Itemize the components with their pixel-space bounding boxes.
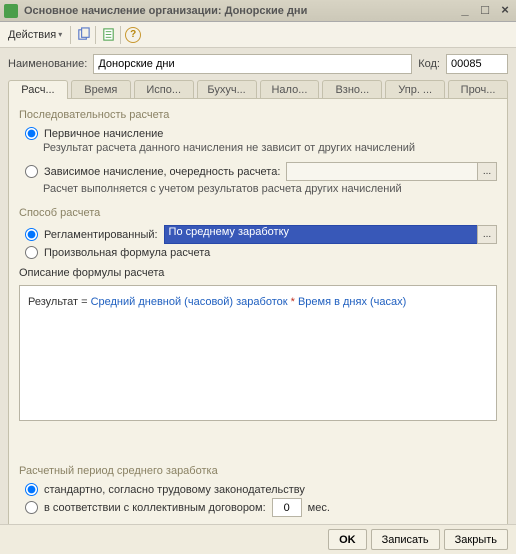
radio-period-collective-label: в соответствии с коллективным договором: [44, 502, 266, 514]
formula-title: Описание формулы расчета [19, 267, 497, 279]
formula-box: Результат = Средний дневной (часовой) за… [19, 285, 497, 421]
tab-use[interactable]: Испо... [134, 80, 194, 99]
months-suffix: мес. [308, 502, 330, 514]
radio-custom-formula-label: Произвольная формула расчета [44, 247, 210, 259]
radio-dependent[interactable] [25, 165, 38, 178]
save-button[interactable]: Записать [371, 529, 440, 550]
tab-other[interactable]: Проч... [448, 80, 508, 99]
radio-regulated-label: Регламентированный: [44, 229, 158, 241]
name-label: Наименование: [8, 58, 87, 70]
app-icon [4, 4, 18, 18]
dependent-order-button[interactable]: ... [477, 162, 497, 181]
code-label: Код: [418, 58, 440, 70]
tab-calc[interactable]: Расч... [8, 80, 68, 99]
radio-period-std-label: стандартно, согласно трудовому законодат… [44, 484, 305, 496]
regulated-select-button[interactable]: ... [477, 225, 497, 244]
regulated-select[interactable]: По среднему заработку [164, 225, 477, 244]
tab-mgmt[interactable]: Упр. ... [385, 80, 445, 99]
formula-link-avg[interactable]: Средний дневной (часовой) заработок [91, 296, 288, 308]
tab-tax[interactable]: Нало... [260, 80, 320, 99]
radio-period-std[interactable] [25, 483, 38, 496]
tab-contrib[interactable]: Взно... [322, 80, 382, 99]
actions-menu[interactable]: Действия ▾ [4, 27, 66, 43]
radio-primary-label: Первичное начисление [44, 128, 163, 140]
close-button[interactable]: Закрыть [444, 529, 508, 550]
formula-link-time[interactable]: Время в днях (часах) [298, 296, 406, 308]
copy-icon[interactable] [75, 27, 91, 43]
minimize-button[interactable]: _ [458, 4, 472, 18]
method-title: Способ расчета [19, 207, 497, 219]
months-input[interactable] [272, 498, 302, 517]
tab-accounting[interactable]: Бухуч... [197, 80, 257, 99]
chevron-down-icon: ▾ [58, 30, 62, 39]
radio-primary[interactable] [25, 127, 38, 140]
radio-regulated[interactable] [25, 228, 38, 241]
report-icon[interactable] [100, 27, 116, 43]
help-icon[interactable]: ? [125, 27, 141, 43]
radio-custom-formula[interactable] [25, 246, 38, 259]
tab-time[interactable]: Время [71, 80, 131, 99]
window-title: Основное начисление организации: Донорск… [24, 5, 458, 17]
ok-button[interactable]: OK [328, 529, 367, 550]
hint-primary: Результат расчета данного начисления не … [43, 142, 497, 154]
maximize-button[interactable]: □ [478, 4, 492, 18]
period-title: Расчетный период среднего заработка [19, 465, 497, 477]
name-input[interactable] [93, 54, 412, 74]
hint-dependent: Расчет выполняется с учетом результатов … [43, 183, 497, 195]
sequence-title: Последовательность расчета [19, 109, 497, 121]
code-input[interactable] [446, 54, 508, 74]
radio-dependent-label: Зависимое начисление, очередность расчет… [44, 166, 280, 178]
dependent-order-input[interactable] [286, 162, 477, 181]
close-window-button[interactable]: × [498, 4, 512, 18]
radio-period-collective[interactable] [25, 501, 38, 514]
